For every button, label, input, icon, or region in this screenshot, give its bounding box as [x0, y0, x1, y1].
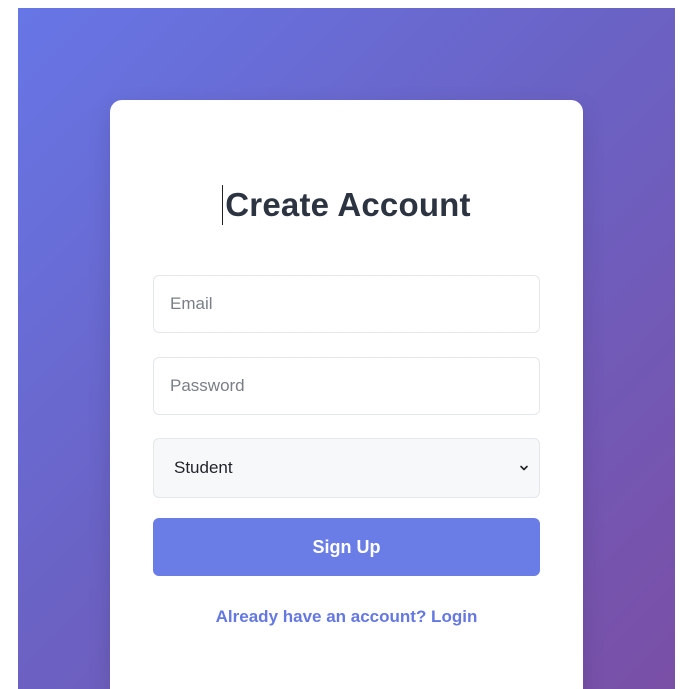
login-link[interactable]: Already have an account? Login [110, 607, 583, 627]
page-title: Create Account [110, 185, 583, 227]
chevron-down-icon [520, 465, 528, 471]
password-field[interactable] [153, 357, 540, 415]
signup-card: Create Account Student Sign Up Already h… [110, 100, 583, 689]
page-title-text: Create Account [225, 186, 471, 223]
gradient-background: Create Account Student Sign Up Already h… [18, 8, 675, 689]
role-select[interactable]: Student [153, 438, 540, 498]
email-field[interactable] [153, 275, 540, 333]
text-cursor [222, 185, 224, 226]
sign-up-button[interactable]: Sign Up [153, 518, 540, 576]
role-select-value: Student [174, 458, 233, 477]
